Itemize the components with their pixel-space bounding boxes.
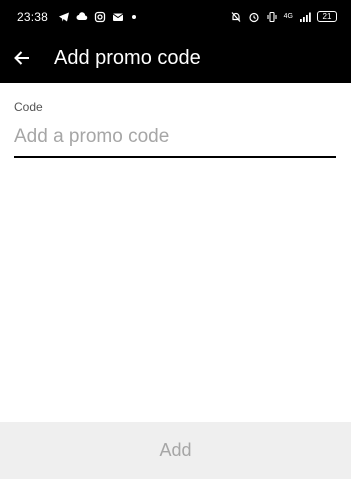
- status-bar-left: 23:38: [17, 9, 137, 24]
- network-type-label: 4G: [283, 13, 293, 20]
- title-bar: Add promo code: [0, 33, 351, 83]
- instagram-icon: [94, 11, 106, 23]
- status-bar: 23:38 4G 21: [0, 0, 351, 33]
- add-button[interactable]: Add: [0, 422, 351, 479]
- outlook-icon: [112, 11, 124, 23]
- cloud-icon: [76, 11, 88, 23]
- bell-off-icon: [230, 11, 242, 23]
- status-bar-right: 4G 21: [230, 11, 337, 23]
- promo-code-input[interactable]: [14, 118, 336, 158]
- signal-icon: [299, 11, 311, 23]
- battery-indicator: 21: [317, 11, 337, 22]
- telegram-icon: [58, 11, 70, 23]
- notification-dot-icon: [132, 14, 137, 19]
- status-time: 23:38: [17, 9, 49, 24]
- promo-code-screen: 23:38 4G 21 Add promo code Code Add a pr…: [0, 0, 351, 479]
- page-title: Add promo code: [54, 46, 201, 69]
- back-button[interactable]: [0, 33, 44, 83]
- arrow-left-icon: [13, 49, 31, 67]
- alarm-icon: [248, 11, 260, 23]
- code-label: Code: [14, 100, 43, 114]
- vibrate-icon: [266, 11, 278, 23]
